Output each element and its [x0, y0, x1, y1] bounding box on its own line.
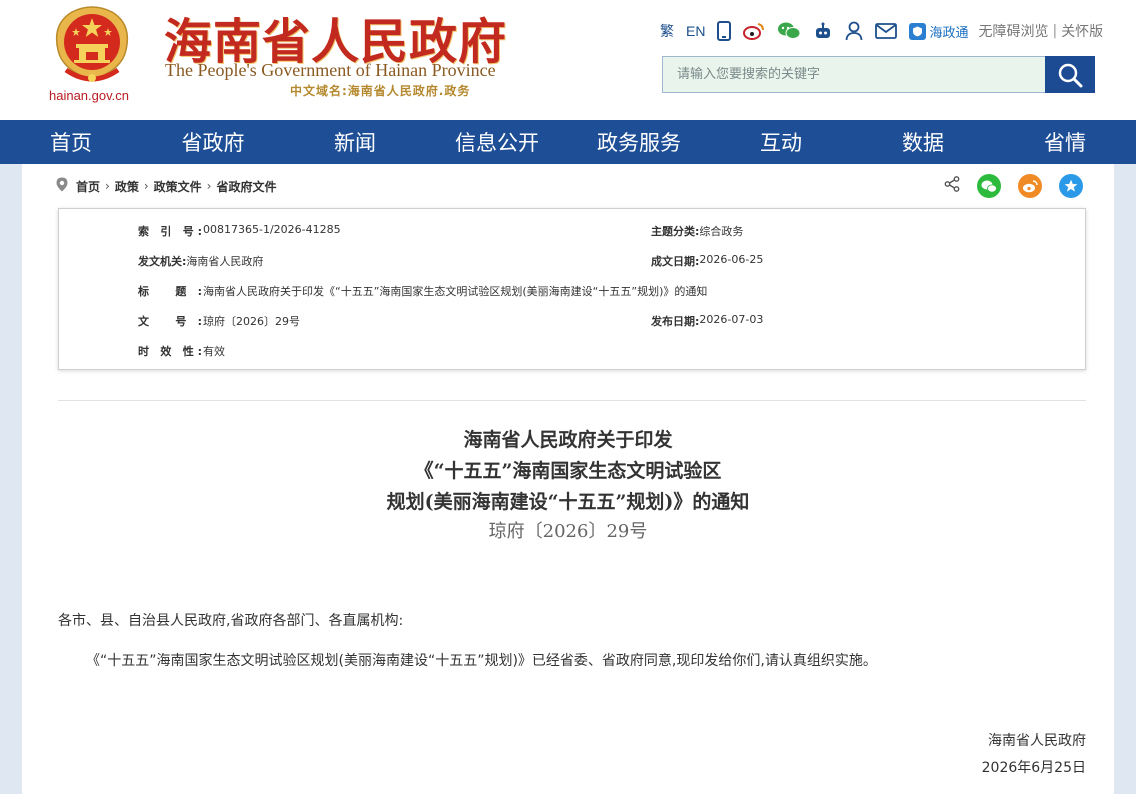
meta-title-row: 标 题: 海南省人民政府关于印发《“十五五”海南国家生态文明试验区规划(美丽海南… [138, 283, 707, 299]
site-header: hainan.gov.cn 海南省人民政府 The People's Gover… [0, 0, 1136, 120]
header-toolbar: 繁 EN 海政通 无障碍浏览 | 关怀版 [660, 19, 1103, 43]
content-divider [58, 400, 1086, 401]
meta-title-label: 标 题: [138, 285, 202, 298]
meta-validity-value: 有效 [203, 345, 225, 358]
mail-icon[interactable] [875, 19, 898, 43]
breadcrumb-chevron-icon: › [105, 179, 110, 193]
nav-interaction[interactable]: 互动 [710, 120, 852, 164]
document-metadata-table: 索 引 号: 00817365-1/2026-41285 主题分类: 综合政务 … [58, 208, 1086, 370]
weibo-icon[interactable] [743, 19, 765, 43]
meta-published-date-value: 2026-07-03 [699, 313, 764, 326]
nav-data[interactable]: 数据 [852, 120, 994, 164]
page-side-background-left [0, 164, 22, 794]
nav-information-disclosure[interactable]: 信息公开 [426, 120, 568, 164]
document-date: 2026年6月25日 [981, 760, 1086, 776]
meta-title-value: 海南省人民政府关于印发《“十五五”海南国家生态文明试验区规划(美丽海南建设“十五… [203, 285, 708, 298]
robot-icon[interactable] [813, 19, 833, 43]
breadcrumb-government-documents[interactable]: 省政府文件 [216, 178, 276, 195]
meta-issuer-row: 发文机关: 海南省人民政府 [138, 253, 263, 269]
haizhengtong-label: 海政通 [929, 25, 969, 41]
traditional-chinese-link[interactable]: 繁 [660, 19, 674, 43]
user-icon[interactable] [845, 19, 863, 43]
share-bar [944, 173, 1083, 199]
national-emblem-icon[interactable] [48, 4, 136, 90]
document-signature: 海南省人民政府 [988, 733, 1086, 749]
breadcrumb-policy[interactable]: 政策 [115, 178, 139, 195]
document-paragraph: 《“十五五”海南国家生态文明试验区规划(美丽海南建设“十五五”规划)》已经省委、… [86, 653, 877, 669]
breadcrumb-chevron-icon: › [143, 179, 149, 193]
nav-province-overview[interactable]: 省情 [994, 120, 1136, 164]
meta-docno-row: 文 号: 琼府〔2026〕29号 [138, 313, 300, 329]
meta-index-value: 00817365-1/2026-41285 [203, 223, 341, 236]
wechat-icon[interactable] [777, 19, 801, 43]
document-title-line-3: 规划(美丽海南建设“十五五”规划)》的通知 [386, 491, 750, 513]
breadcrumb-home[interactable]: 首页 [76, 178, 100, 195]
location-pin-icon [56, 177, 68, 195]
meta-category-label: 主题分类: [651, 225, 700, 238]
meta-published-date-row: 发布日期: 2026-07-03 [651, 313, 763, 329]
accessibility-link[interactable]: 无障碍浏览 [978, 21, 1048, 41]
haizhengtong-link[interactable]: 海政通 [909, 22, 968, 41]
meta-index-label: 索 引 号: [138, 225, 202, 238]
page-side-background-right [1114, 164, 1136, 794]
main-nav: 首页 省政府 新闻 信息公开 政务服务 互动 数据 省情 [0, 120, 1136, 164]
breadcrumb-policy-documents[interactable]: 政策文件 [154, 178, 202, 195]
search-button[interactable] [1045, 56, 1095, 93]
meta-index-row: 索 引 号: 00817365-1/2026-41285 [138, 223, 341, 239]
nav-home[interactable]: 首页 [0, 120, 142, 164]
breadcrumb-chevron-icon: › [206, 179, 212, 193]
meta-docno-value: 琼府〔2026〕29号 [203, 315, 300, 328]
meta-docno-label: 文 号: [138, 315, 202, 328]
toolbar-separator: | [1052, 23, 1058, 39]
meta-written-date-row: 成文日期: 2026-06-25 [651, 253, 763, 269]
document-title-line-2: 《“十五五”海南国家生态文明试验区 [414, 460, 722, 482]
breadcrumb: 首页 › 政策 › 政策文件 › 省政府文件 [56, 176, 277, 196]
meta-category-value: 综合政务 [699, 225, 744, 238]
share-qzone-icon[interactable] [1059, 174, 1083, 198]
meta-validity-label: 时 效 性: [138, 345, 202, 358]
meta-validity-row: 时 效 性: 有效 [138, 343, 225, 359]
nav-government-services[interactable]: 政务服务 [568, 120, 710, 164]
document-title-line-1: 海南省人民政府关于印发 [463, 429, 673, 451]
haizhengtong-icon [909, 22, 927, 40]
share-wechat-icon[interactable] [977, 174, 1001, 198]
nav-provincial-government[interactable]: 省政府 [142, 120, 284, 164]
search-bar [662, 56, 1095, 93]
meta-category-row: 主题分类: 综合政务 [651, 223, 743, 239]
meta-issuer-value: 海南省人民政府 [186, 255, 264, 268]
document-number: 琼府〔2026〕29号 [488, 521, 648, 542]
chinese-domain-label: 中文域名:海南省人民政府.政务 [290, 84, 471, 98]
share-icon[interactable] [944, 176, 960, 196]
meta-written-date-value: 2026-06-25 [699, 253, 764, 266]
english-link[interactable]: EN [686, 19, 705, 43]
nav-news[interactable]: 新闻 [284, 120, 426, 164]
share-weibo-icon[interactable] [1018, 174, 1042, 198]
domain-label: hainan.gov.cn [49, 88, 129, 103]
meta-written-date-label: 成文日期: [651, 255, 700, 268]
meta-published-date-label: 发布日期: [651, 315, 700, 328]
site-title-english: The People's Government of Hainan Provin… [165, 60, 496, 80]
mobile-icon[interactable] [717, 19, 732, 43]
elder-mode-link[interactable]: 关怀版 [1061, 21, 1103, 41]
document-addressee: 各市、县、自治县人民政府,省政府各部门、各直属机构: [58, 613, 404, 629]
meta-issuer-label: 发文机关: [138, 255, 187, 268]
search-input[interactable] [662, 56, 1045, 93]
search-icon [1058, 63, 1083, 87]
